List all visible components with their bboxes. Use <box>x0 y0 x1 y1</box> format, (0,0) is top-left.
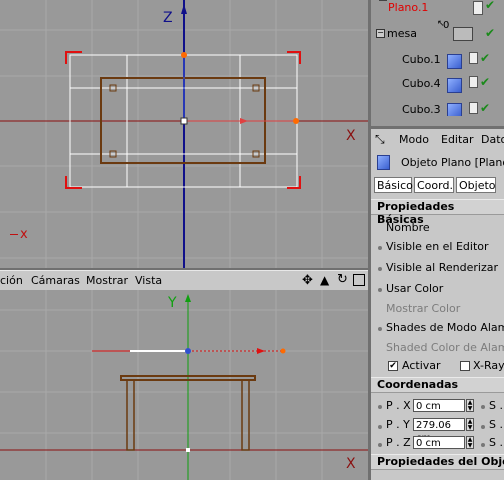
px-field[interactable]: 0 cm <box>413 399 465 412</box>
cube-icon <box>447 103 462 116</box>
viewport-top[interactable]: Z X x <box>0 0 368 268</box>
move-view-icon[interactable]: ✥ <box>302 273 313 288</box>
visibility-toggle[interactable] <box>469 52 478 64</box>
object-manager-scroll-area[interactable] <box>371 116 504 129</box>
keyframe-bullet[interactable] <box>378 405 382 409</box>
viewport-top-canvas <box>0 0 368 268</box>
keyframe-bullet[interactable] <box>378 288 382 292</box>
axis-x-minus-sign <box>10 234 18 235</box>
collapse-icon[interactable]: − <box>376 29 385 38</box>
visibility-toggle[interactable] <box>469 102 478 114</box>
cube-icon <box>447 54 462 69</box>
xray-checkbox[interactable] <box>460 361 470 371</box>
section-basic-properties[interactable]: Propiedades Básicas <box>371 199 504 226</box>
prop-xray-label: X-Ray <box>473 359 504 372</box>
tree-item-cubo1[interactable]: Cubo.1 ✔ <box>371 50 504 72</box>
viewport-front[interactable]: Y X <box>0 290 368 480</box>
tab-coord-label: Coord. <box>417 179 453 192</box>
section-coordinates[interactable]: Coordenadas <box>371 377 504 393</box>
prop-nombre: Nombre <box>386 221 430 234</box>
tree-item-cubo3[interactable]: Cubo.3 ✔ <box>371 98 504 116</box>
keyframe-bullet[interactable] <box>378 425 382 429</box>
pz-label: P . Z <box>386 436 411 449</box>
visibility-toggle[interactable] <box>469 76 478 88</box>
rotate-view-icon[interactable]: ↻ <box>337 272 348 287</box>
pz-field[interactable]: 0 cm <box>413 436 465 449</box>
tree-item-label: Plano.1 <box>388 1 429 14</box>
zoom-view-icon[interactable]: ▲ <box>320 273 329 287</box>
sx-label: S . <box>489 399 503 412</box>
menu-modo[interactable]: Modo <box>399 133 429 146</box>
enabled-check-icon[interactable]: ✔ <box>480 101 490 115</box>
tree-item-label: Cubo.4 <box>402 77 441 90</box>
menu-datos[interactable]: Datos <box>481 133 504 146</box>
viewport-front-menubar: ción Cámaras Mostrar Vista ✥ ▲ ↻ <box>0 270 368 292</box>
attribute-title: Objeto Plano [Plano.1] <box>401 156 504 169</box>
axis-y-label: Y <box>168 295 177 311</box>
px-label: P . X <box>386 399 411 412</box>
right-panel: Plano.1 ✔ 0 ↖ − mesa ✔ Cubo.1 ✔ Cubo.4 ✔… <box>371 0 504 480</box>
menu-mostrar[interactable]: Mostrar <box>86 274 128 287</box>
enabled-check-icon[interactable]: ✔ <box>480 51 490 65</box>
keyframe-bullet[interactable] <box>378 246 382 250</box>
keyframe-bullet[interactable] <box>378 267 382 271</box>
menu-camaras[interactable]: Cámaras <box>31 274 80 287</box>
section-object-properties[interactable]: Propiedades del Objeto <box>371 454 504 470</box>
enabled-check-icon[interactable]: ✔ <box>480 75 490 89</box>
plane-object-icon <box>377 155 390 170</box>
section-object-title: Propiedades del Objeto <box>377 455 504 468</box>
prop-shaded-color: Shaded Color de Alambre <box>386 341 504 354</box>
prop-visible-editor[interactable]: Visible en el Editor <box>386 240 489 253</box>
tab-basico-label: Básico <box>377 179 413 192</box>
menu-editar[interactable]: Editar <box>441 133 474 146</box>
py-field[interactable]: 279.06 cm <box>413 418 465 444</box>
axis-x-lower-text: x <box>20 227 28 242</box>
keyframe-bullet[interactable] <box>481 425 485 429</box>
prop-visible-render[interactable]: Visible al Renderizar <box>386 261 498 274</box>
keyframe-bullet[interactable] <box>378 443 382 447</box>
pointer-mode-icon[interactable]: ⤡ <box>375 132 385 147</box>
prop-show-color: Mostrar Color <box>386 302 461 315</box>
prop-shades-mode[interactable]: Shades de Modo Alambre <box>386 321 504 334</box>
tab-basico[interactable]: Básico <box>374 177 413 193</box>
sy-label: S . <box>489 418 503 431</box>
visibility-toggle[interactable] <box>473 1 483 15</box>
tree-item-mesa[interactable]: − mesa ✔ <box>371 26 504 48</box>
axis-x-small-label: x <box>10 227 28 242</box>
prop-activate-label: Activar <box>402 359 441 372</box>
tree-item-cubo4[interactable]: Cubo.4 ✔ <box>371 74 504 96</box>
keyframe-bullet[interactable] <box>378 327 382 331</box>
enabled-check-icon[interactable]: ✔ <box>485 0 495 12</box>
tree-item-label: mesa <box>387 27 417 40</box>
axis-x-front-label: X <box>346 456 356 472</box>
sz-label: S . <box>489 436 503 449</box>
enabled-check-icon[interactable]: ✔ <box>485 26 495 40</box>
null-object-icon <box>453 27 473 41</box>
viewport-front-canvas <box>0 290 368 480</box>
menu-edicion[interactable]: ción <box>0 274 23 287</box>
keyframe-bullet[interactable] <box>481 405 485 409</box>
tree-item-label: Cubo.1 <box>402 53 441 66</box>
tab-objeto-label: Objeto <box>459 179 496 192</box>
tree-connector <box>379 0 387 1</box>
pz-spinner[interactable]: ▲ ▼ <box>466 436 474 449</box>
object-manager: Plano.1 ✔ 0 ↖ − mesa ✔ Cubo.1 ✔ Cubo.4 ✔… <box>371 0 504 116</box>
keyframe-bullet[interactable] <box>481 443 485 447</box>
tree-item-label: Cubo.3 <box>402 103 441 116</box>
menu-vista[interactable]: Vista <box>135 274 162 287</box>
axis-z-label: Z <box>163 10 173 26</box>
px-spinner[interactable]: ▲ ▼ <box>466 399 474 412</box>
tab-objeto[interactable]: Objeto <box>456 177 496 193</box>
axis-x-label: X <box>346 128 356 144</box>
section-coords-title: Coordenadas <box>377 378 459 391</box>
maximize-view-icon[interactable] <box>353 274 365 286</box>
cube-icon <box>447 78 462 93</box>
py-spinner[interactable]: ▲ ▼ <box>466 418 474 431</box>
prop-use-color[interactable]: Usar Color <box>386 282 443 295</box>
tab-coord[interactable]: Coord. <box>414 177 454 193</box>
py-label: P . Y <box>386 418 410 431</box>
activate-checkbox[interactable]: ✔ <box>388 361 398 371</box>
